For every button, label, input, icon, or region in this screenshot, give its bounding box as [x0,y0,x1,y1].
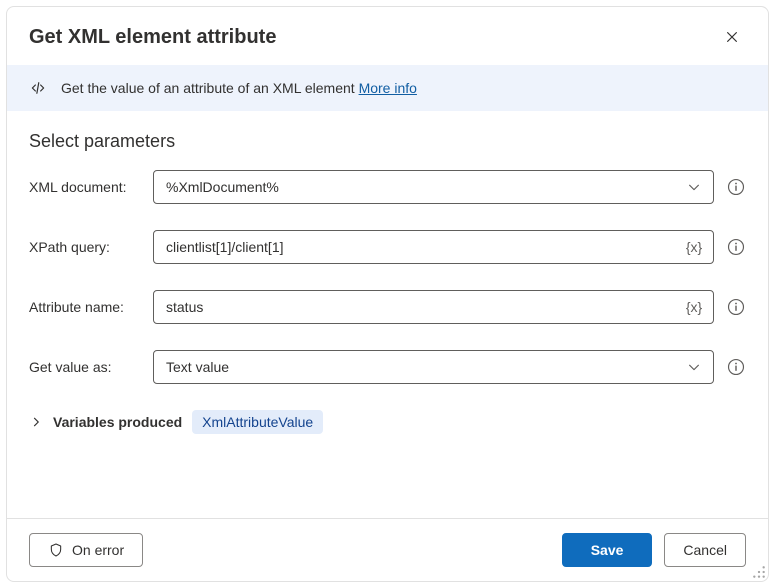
get-value-as-label: Get value as: [29,359,141,375]
attribute-name-input[interactable]: {x} [153,290,714,324]
section-title: Select parameters [29,131,746,152]
param-row-get-value-as: Get value as: Text value [29,350,746,384]
xpath-query-field[interactable] [166,239,683,255]
dialog-header: Get XML element attribute [7,7,768,65]
info-bar-description: Get the value of an attribute of an XML … [61,80,355,96]
info-bar: Get the value of an attribute of an XML … [7,65,768,111]
resize-grip-icon [752,565,766,579]
dialog-footer: On error Save Cancel [7,518,768,581]
xml-document-label: XML document: [29,179,141,195]
dialog-title: Get XML element attribute [29,26,276,49]
xpath-query-label: XPath query: [29,239,141,255]
chevron-right-icon [29,415,43,429]
field-wrap: %XmlDocument% [153,170,746,204]
info-icon[interactable] [726,357,746,377]
variables-produced-row[interactable]: Variables produced XmlAttributeValue [29,410,746,434]
on-error-button[interactable]: On error [29,533,143,567]
param-row-xpath-query: XPath query: {x} [29,230,746,264]
param-row-xml-document: XML document: %XmlDocument% [29,170,746,204]
field-wrap: Text value [153,350,746,384]
field-wrap: {x} [153,230,746,264]
chevron-down-icon [683,356,705,378]
get-value-as-select[interactable]: Text value [153,350,714,384]
variable-picker-icon[interactable]: {x} [683,236,705,258]
close-button[interactable] [718,23,746,51]
on-error-label: On error [72,542,124,558]
xml-document-value: %XmlDocument% [166,179,683,195]
variables-produced-label: Variables produced [53,414,182,430]
cancel-button[interactable]: Cancel [664,533,746,567]
more-info-link[interactable]: More info [359,80,417,96]
info-bar-text: Get the value of an attribute of an XML … [61,80,417,96]
footer-right: Save Cancel [562,533,746,567]
close-icon [725,30,739,44]
variable-picker-icon[interactable]: {x} [683,296,705,318]
shield-icon [48,542,64,558]
param-row-attribute-name: Attribute name: {x} [29,290,746,324]
get-value-as-value: Text value [166,359,683,375]
info-icon[interactable] [726,237,746,257]
field-wrap: {x} [153,290,746,324]
info-icon[interactable] [726,297,746,317]
code-icon [29,79,47,97]
xpath-query-input[interactable]: {x} [153,230,714,264]
dialog: Get XML element attribute Get the value … [6,6,769,582]
save-button[interactable]: Save [562,533,653,567]
attribute-name-label: Attribute name: [29,299,141,315]
xml-document-select[interactable]: %XmlDocument% [153,170,714,204]
chevron-down-icon [683,176,705,198]
attribute-name-field[interactable] [166,299,683,315]
variable-chip[interactable]: XmlAttributeValue [192,410,323,434]
info-icon[interactable] [726,177,746,197]
dialog-content: Select parameters XML document: %XmlDocu… [7,111,768,518]
